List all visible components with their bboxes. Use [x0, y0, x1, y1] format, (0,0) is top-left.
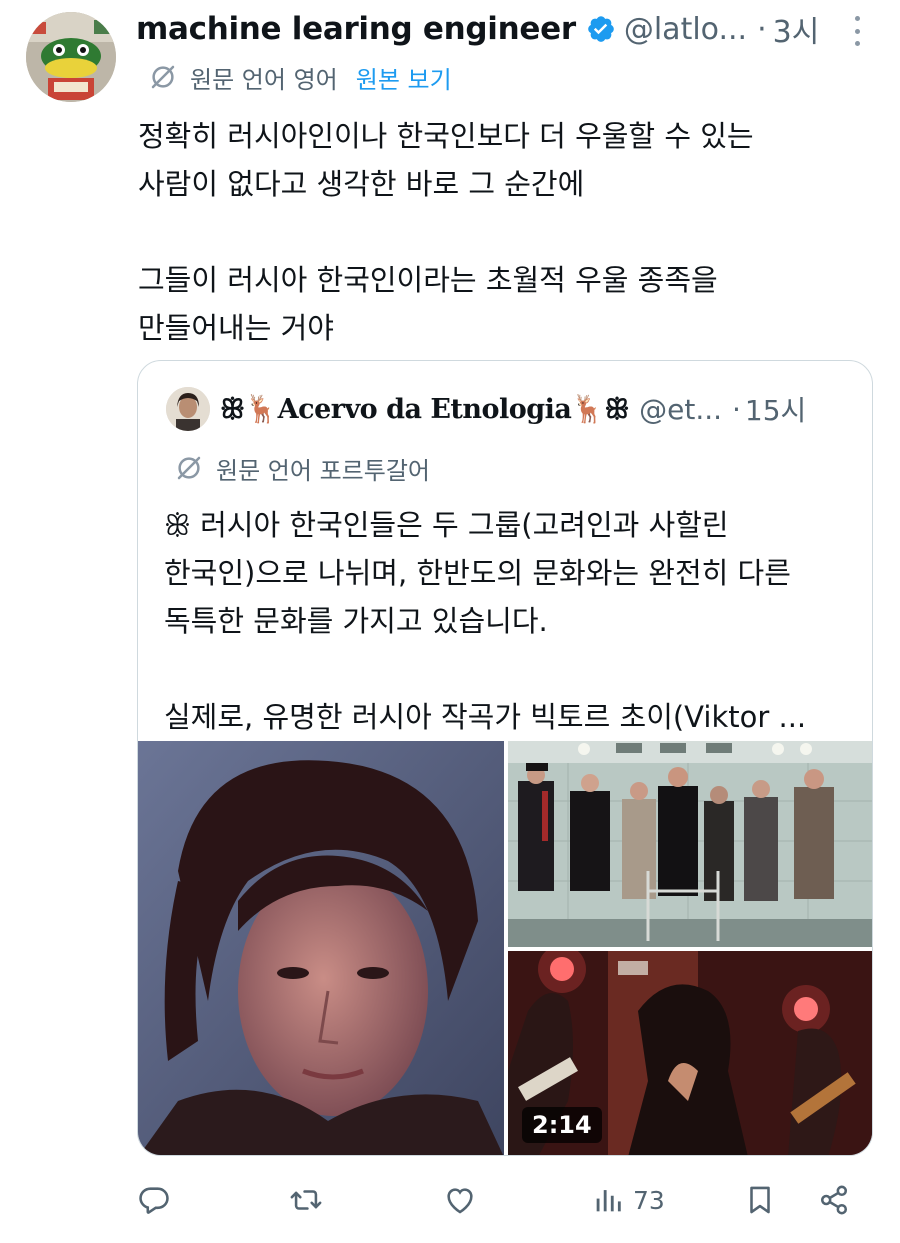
quoted-line: 실제로, 유명한 러시아 작곡가 빅토르 초이(Viktor ... [164, 700, 807, 734]
translate-icon [151, 65, 175, 89]
tweet-paragraph: 그들이 러시아 한국인이라는 초월적 우울 종족을 만들어내는 거야 [138, 256, 858, 352]
tweet-line: 사람이 없다고 생각한 바로 그 순간에 [138, 167, 585, 201]
bookmark-button[interactable] [743, 1178, 777, 1222]
quoted-author-avatar [166, 387, 210, 431]
tweet-line: 정확히 러시아인이나 한국인보다 더 우울할 수 있는 [138, 119, 754, 153]
retweet-icon [290, 1190, 322, 1210]
author-name[interactable]: machine learing engineer [136, 11, 576, 47]
translation-notice: 원문 언어 영어 원본 보기 [148, 60, 452, 94]
tweet[interactable]: machine learing engineer @latlo... · 3시 … [0, 0, 900, 1243]
quoted-line: 한국인)으로 나뉘며, 한반도의 문화와는 완전히 다른 [164, 556, 791, 590]
bookmark-icon [750, 1186, 770, 1214]
action-bar: 73 [137, 1178, 857, 1222]
tweet-paragraph: 정확히 러시아인이나 한국인보다 더 우울할 수 있는 사람이 없다고 생각한 … [138, 112, 858, 208]
reply-button[interactable] [137, 1178, 171, 1222]
share-button[interactable] [817, 1178, 851, 1222]
tweet-body: 정확히 러시아인이나 한국인보다 더 우울할 수 있는 사람이 없다고 생각한 … [138, 112, 858, 352]
views-button[interactable]: 73 [591, 1178, 665, 1222]
share-icon [820, 1185, 848, 1215]
media-video-concert[interactable]: 2:14 [508, 951, 872, 1155]
reply-icon [139, 1187, 169, 1214]
quoted-translation-label: 원문 언어 포르투갈어 [216, 456, 430, 485]
translation-source-label: 원문 언어 영어 [190, 65, 338, 94]
verified-badge-icon [588, 16, 614, 42]
quoted-tweet-header: ꕥ🦌Acervo da Etnologia🦌ꕥ @et... · 15시 [166, 385, 852, 433]
tweet-line: 만들어내는 거야 [138, 311, 334, 345]
tweet-line: 그들이 러시아 한국인이라는 초월적 우울 종족을 [138, 263, 718, 297]
quoted-tweet-body: ꕥ 러시아 한국인들은 두 그룹(고려인과 사할린 한국인)으로 나뉘며, 한반… [164, 501, 854, 741]
quoted-line: ꕥ 러시아 한국인들은 두 그룹(고려인과 사할린 [164, 508, 729, 542]
quoted-paragraph: 실제로, 유명한 러시아 작곡가 빅토르 초이(Viktor ... [164, 693, 854, 741]
more-options-icon[interactable] [844, 16, 870, 46]
like-icon [447, 1188, 473, 1214]
quoted-line: 독특한 문화를 가지고 있습니다. [164, 604, 548, 638]
tweet-header: machine learing engineer @latlo... · 3시 [136, 8, 870, 50]
separator-dot: · [757, 11, 767, 47]
author-handle[interactable]: @latlo... [624, 12, 747, 47]
separator-dot: · [732, 392, 741, 426]
views-icon [596, 1190, 621, 1212]
quoted-paragraph: ꕥ 러시아 한국인들은 두 그룹(고려인과 사할린 한국인)으로 나뉘며, 한반… [164, 501, 854, 645]
quoted-tweet-card[interactable]: ꕥ🦌Acervo da Etnologia🦌ꕥ @et... · 15시 원문 … [137, 360, 873, 1156]
quoted-media-grid: 2:14 [138, 741, 872, 1155]
media-image-portrait[interactable] [138, 741, 504, 1155]
quoted-tweet-time: 15시 [744, 394, 807, 427]
retweet-button[interactable] [289, 1178, 323, 1222]
author-avatar[interactable] [26, 12, 116, 102]
video-duration-badge: 2:14 [522, 1107, 602, 1143]
media-image-group[interactable] [508, 741, 872, 947]
tweet-time[interactable]: 3시 [773, 7, 820, 51]
translate-icon [177, 456, 201, 480]
views-count: 73 [633, 1185, 665, 1215]
quoted-author-name: ꕥ🦌Acervo da Etnologia🦌ꕥ [220, 393, 630, 425]
show-original-link[interactable]: 원본 보기 [356, 60, 452, 95]
like-button[interactable] [443, 1178, 477, 1222]
quoted-translation-notice: 원문 언어 포르투갈어 [174, 451, 430, 485]
quoted-author-handle: @et... [639, 392, 723, 426]
